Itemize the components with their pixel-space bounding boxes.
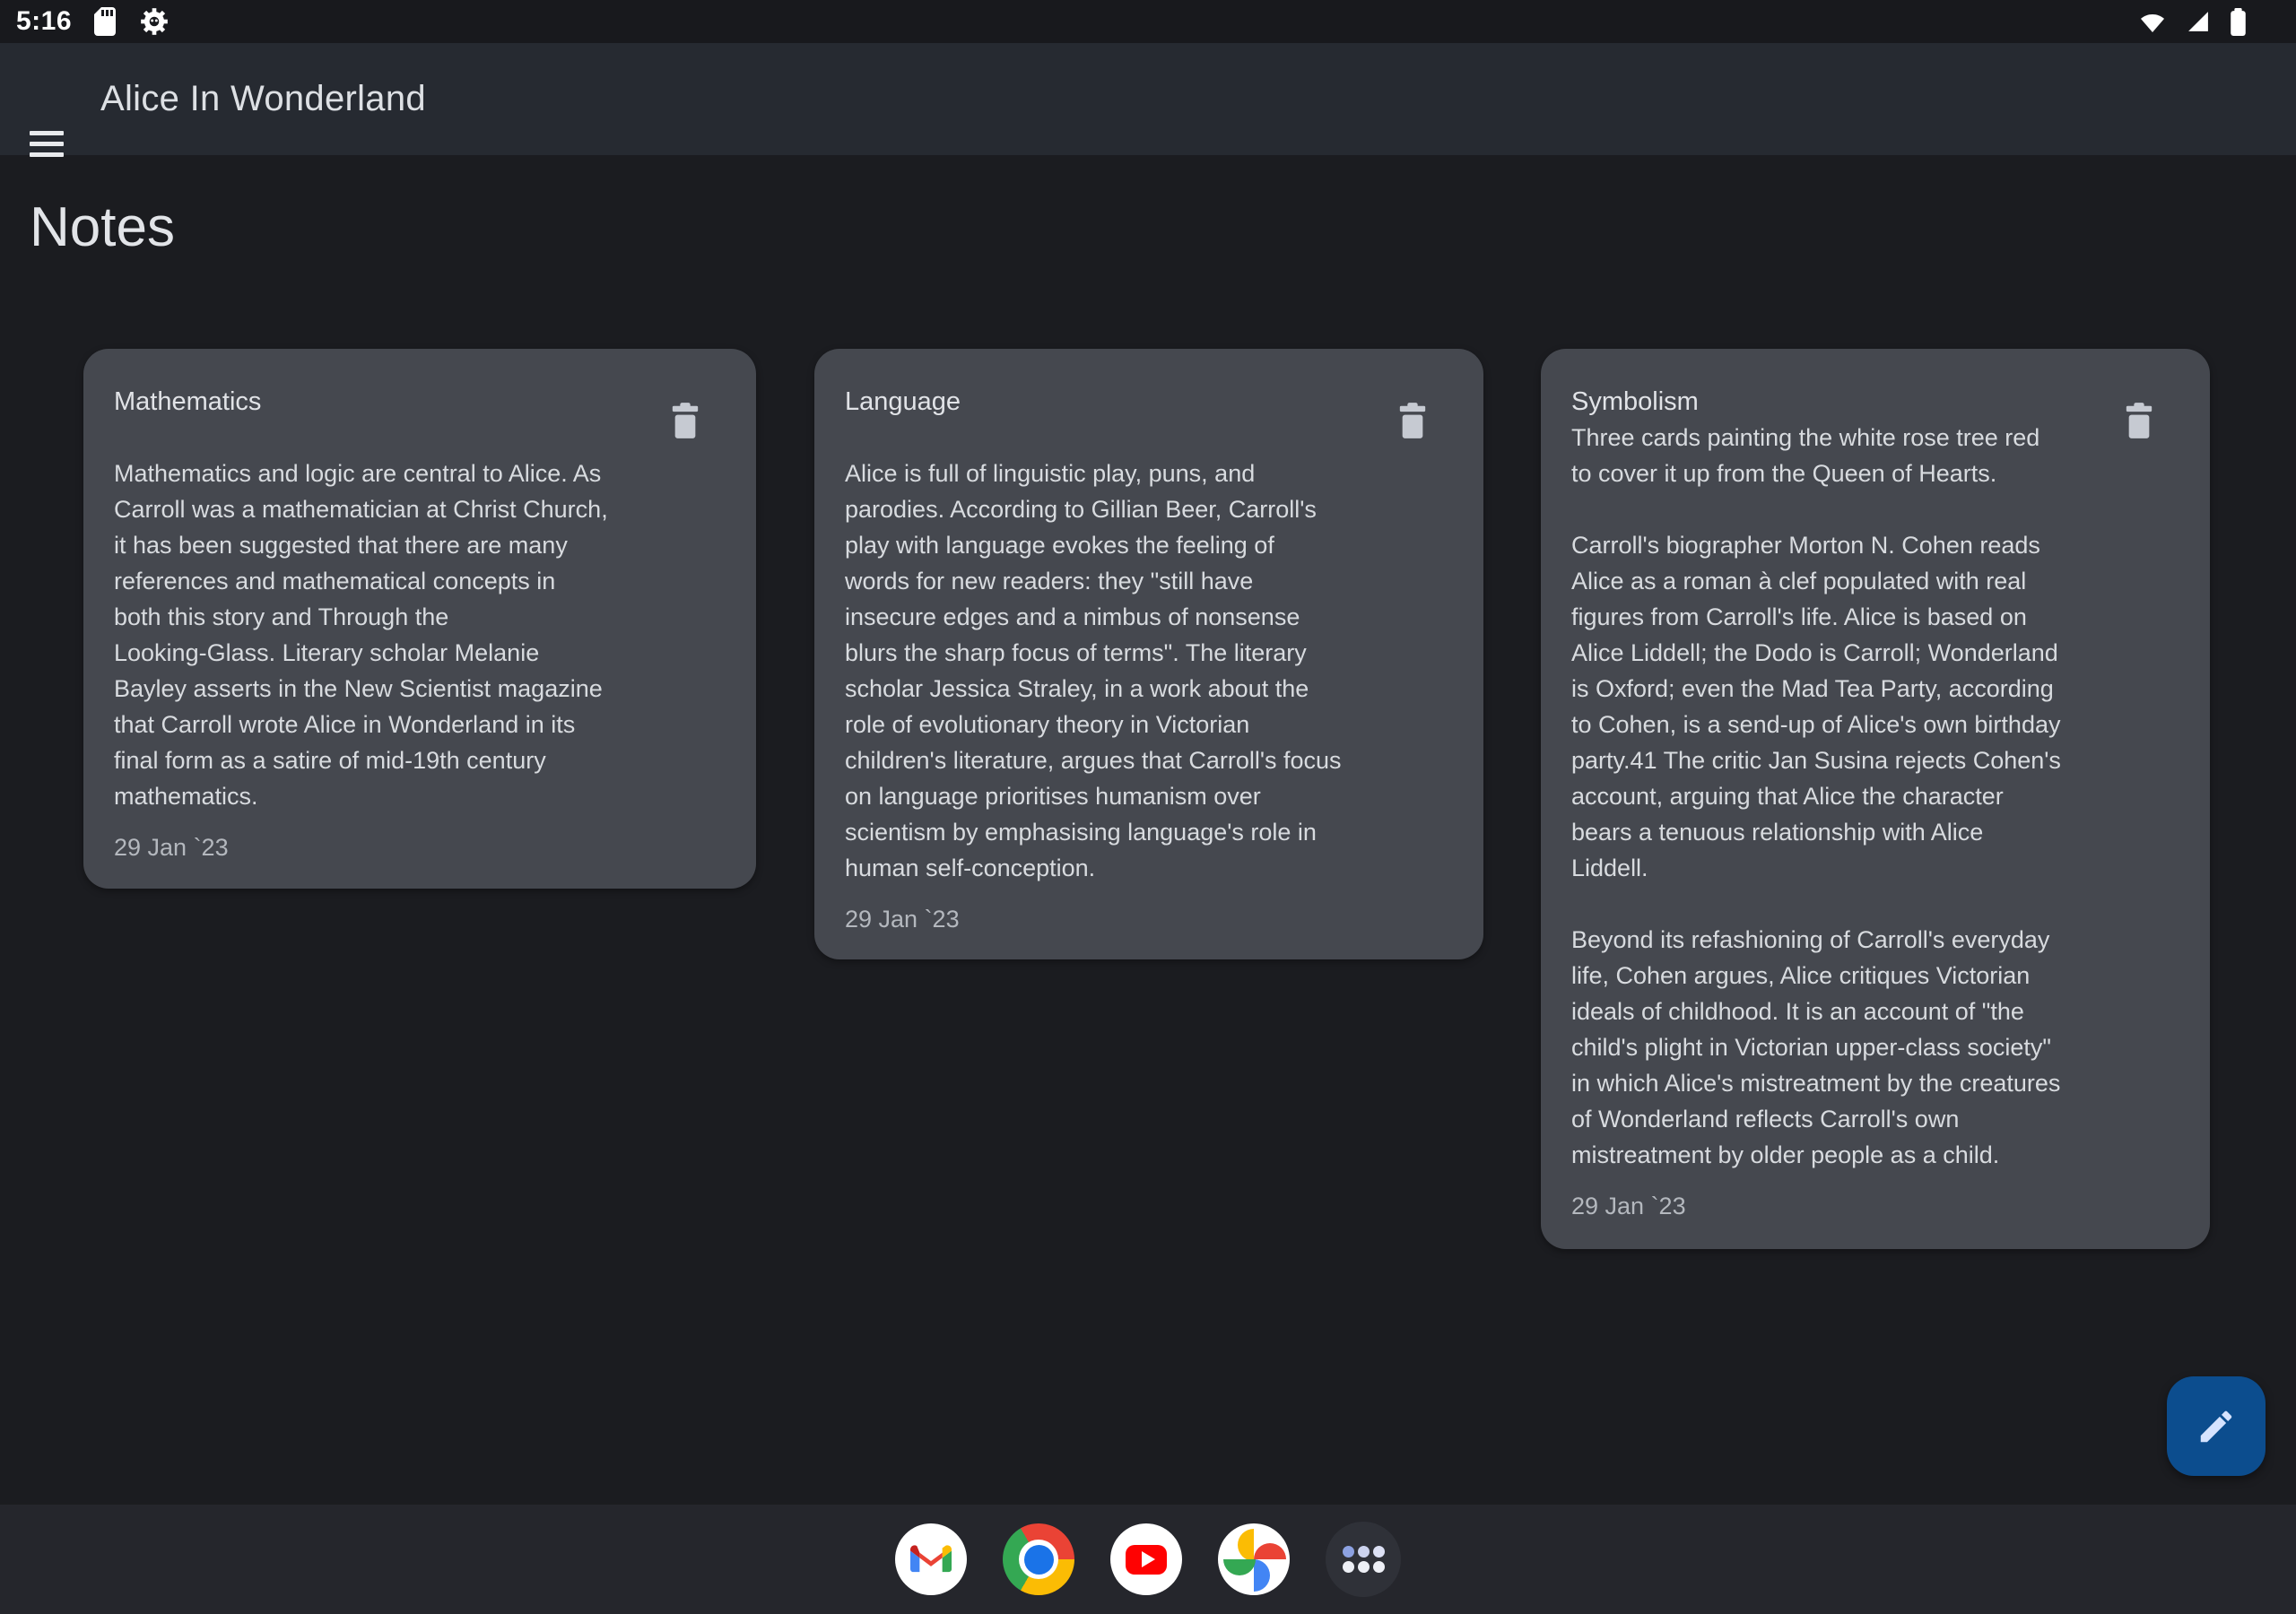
wifi-icon: [2139, 11, 2166, 33]
app-title: Alice In Wonderland: [100, 43, 426, 155]
battery-icon: [2231, 8, 2246, 36]
note-title: Language: [845, 384, 1453, 420]
trash-icon: [2124, 403, 2154, 438]
note-title: Symbolism: [1571, 384, 2179, 420]
note-title: Mathematics: [114, 384, 726, 420]
page-title: Notes: [30, 195, 175, 260]
note-body: Three cards painting the white rose tree…: [1571, 420, 2179, 1173]
sd-card-icon: [93, 7, 117, 36]
cellular-signal-icon: [2187, 11, 2209, 32]
note-date: 29 Jan `23: [1571, 1191, 2179, 1221]
delete-note-button[interactable]: [1397, 403, 1428, 438]
delete-note-button[interactable]: [2124, 403, 2154, 438]
note-body: Mathematics and logic are central to Ali…: [114, 420, 726, 814]
gmail-icon[interactable]: [895, 1523, 967, 1595]
note-card-mathematics[interactable]: Mathematics Mathematics and logic are ce…: [83, 349, 756, 889]
app-bar: Alice In Wonderland: [0, 43, 2296, 155]
youtube-icon[interactable]: [1110, 1523, 1182, 1595]
google-photos-icon[interactable]: [1218, 1523, 1290, 1595]
trash-icon: [670, 403, 700, 438]
note-card-symbolism[interactable]: Symbolism Three cards painting the white…: [1541, 349, 2210, 1249]
status-bar: 5:16: [0, 0, 2296, 43]
trash-icon: [1397, 403, 1428, 438]
note-date: 29 Jan `23: [114, 832, 726, 863]
note-body: Alice is full of linguistic play, puns, …: [845, 420, 1453, 886]
delete-note-button[interactable]: [670, 403, 700, 438]
note-date: 29 Jan `23: [845, 904, 1453, 934]
menu-icon[interactable]: [30, 131, 69, 157]
status-time: 5:16: [16, 6, 72, 37]
dock: [0, 1505, 2296, 1614]
developer-gear-icon: [138, 5, 170, 38]
chrome-icon[interactable]: [1003, 1523, 1074, 1595]
app-drawer-icon[interactable]: [1326, 1522, 1401, 1597]
new-note-fab[interactable]: [2167, 1376, 2266, 1476]
edit-pencil-icon: [2196, 1406, 2237, 1447]
note-card-language[interactable]: Language Alice is full of linguistic pla…: [814, 349, 1483, 959]
